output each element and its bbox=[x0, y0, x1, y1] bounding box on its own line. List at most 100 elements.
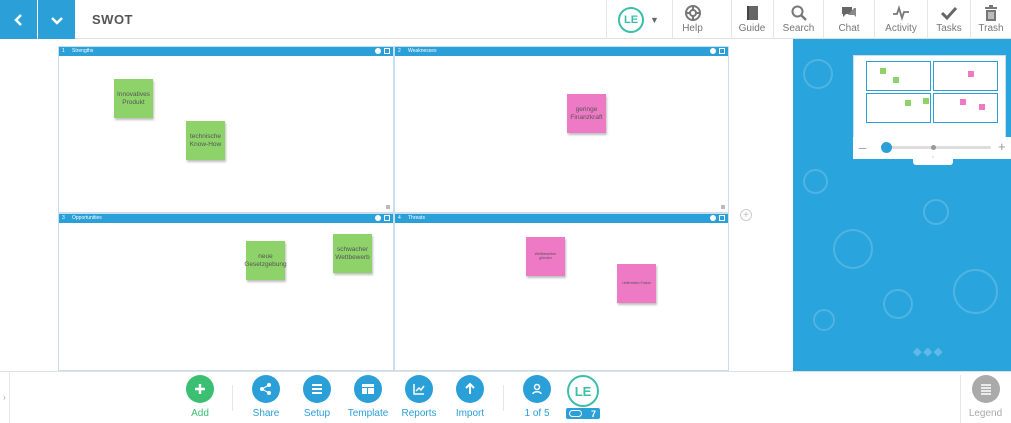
edit-icon[interactable] bbox=[384, 215, 390, 221]
import-button[interactable]: Import bbox=[445, 375, 495, 419]
upload-icon bbox=[465, 382, 475, 394]
import-label: Import bbox=[455, 408, 485, 419]
chevron-left-icon bbox=[13, 13, 22, 26]
lifebuoy-icon bbox=[684, 5, 701, 21]
quadrant-number: 1 bbox=[62, 48, 65, 54]
chevron-up-icon: ˆ bbox=[931, 157, 935, 164]
back-button[interactable] bbox=[0, 0, 37, 39]
quadrant-header: 2 Weaknesses bbox=[395, 47, 728, 56]
sticky-note[interactable]: schwacher Wettbewerb bbox=[333, 234, 372, 273]
board-menu-button[interactable] bbox=[38, 0, 75, 39]
menu-icon bbox=[312, 384, 322, 394]
add-label: Add bbox=[191, 408, 209, 419]
zoom-slider-handle[interactable] bbox=[881, 142, 892, 153]
template-button[interactable]: Template bbox=[343, 375, 393, 419]
quadrant-number: 3 bbox=[62, 215, 65, 221]
quadrant-title: Strengths bbox=[72, 48, 94, 54]
help-button[interactable]: Help bbox=[672, 0, 712, 39]
sticky-note[interactable]: neue Gesetzgebung bbox=[244, 241, 287, 280]
setup-label: Setup bbox=[303, 408, 331, 419]
quadrant-number: 2 bbox=[398, 48, 401, 54]
info-icon[interactable] bbox=[375, 215, 381, 221]
trash-icon bbox=[985, 5, 997, 21]
user-menu[interactable]: LE ▼ bbox=[606, 0, 670, 39]
add-button[interactable]: Add bbox=[175, 375, 225, 419]
share-label: Share bbox=[252, 408, 280, 419]
trash-button[interactable]: Trash bbox=[970, 0, 1011, 39]
edit-icon[interactable] bbox=[719, 48, 725, 54]
zoom-out-icon[interactable]: – bbox=[859, 140, 866, 155]
board-canvas[interactable]: 1 Strengths 2 Weaknesses 3 Opportunities… bbox=[0, 39, 793, 371]
minimap-collapse-tab[interactable]: ˆ bbox=[913, 157, 953, 165]
legend-button[interactable]: Legend bbox=[960, 375, 1010, 423]
toggle-icon bbox=[569, 410, 582, 417]
note-text: neue Gesetzgebung bbox=[244, 253, 287, 268]
edit-icon[interactable] bbox=[384, 48, 390, 54]
add-column-button[interactable]: + bbox=[740, 209, 752, 221]
activity-icon bbox=[893, 5, 909, 21]
resize-handle[interactable] bbox=[721, 205, 725, 209]
avatar: LE bbox=[618, 6, 645, 33]
sidebar-toggle[interactable]: › bbox=[0, 372, 10, 423]
sticky-note[interactable]: Innovatives Produkt bbox=[114, 79, 153, 118]
note-text: Wettbewerber gründen bbox=[534, 251, 557, 260]
edit-icon[interactable] bbox=[719, 215, 725, 221]
search-label: Search bbox=[782, 23, 815, 34]
share-button[interactable]: Share bbox=[241, 375, 291, 419]
resize-handle[interactable] bbox=[386, 205, 390, 209]
zoom-slider-track[interactable] bbox=[883, 146, 991, 149]
participants-label: 1 of 5 bbox=[524, 408, 550, 419]
sticky-note[interactable]: Lieferanten-Fusion bbox=[617, 264, 656, 303]
note-text: schwacher Wettbewerb bbox=[335, 246, 370, 261]
sticky-note[interactable]: technische Know-How bbox=[186, 121, 225, 160]
user-avatar[interactable]: LE bbox=[567, 375, 599, 407]
quadrant-title: Threats bbox=[408, 215, 425, 221]
quadrant-weaknesses[interactable]: 2 Weaknesses bbox=[394, 46, 729, 213]
info-icon[interactable] bbox=[710, 215, 716, 221]
search-button[interactable]: Search bbox=[773, 0, 823, 39]
list-icon bbox=[980, 384, 991, 395]
template-label: Template bbox=[347, 408, 389, 419]
quadrant-title: Weaknesses bbox=[408, 48, 437, 54]
chevron-down-icon: ▼ bbox=[650, 14, 659, 25]
note-text: Lieferanten-Fusion bbox=[621, 280, 652, 285]
checkmark-icon bbox=[940, 6, 958, 21]
quadrant-strengths[interactable]: 1 Strengths bbox=[58, 46, 394, 213]
zoom-in-icon[interactable]: + bbox=[998, 139, 1006, 154]
top-toolbar: SWOT LE ▼ Help Guide Search Chat Activit… bbox=[0, 0, 1011, 39]
sticky-note[interactable]: geringe Finanzkraft bbox=[567, 94, 606, 133]
page-title: SWOT bbox=[92, 12, 133, 27]
chat-label: Chat bbox=[838, 23, 860, 34]
sticky-note[interactable]: Wettbewerber gründen bbox=[526, 237, 565, 276]
bottom-toolbar: › Add Share Setup Template Reports Impor… bbox=[0, 371, 1011, 423]
person-icon bbox=[532, 383, 542, 395]
online-count: 7 bbox=[590, 408, 596, 419]
info-icon[interactable] bbox=[710, 48, 716, 54]
book-icon bbox=[747, 6, 758, 20]
activity-label: Activity bbox=[885, 23, 917, 34]
online-users-badge[interactable]: 7 bbox=[566, 408, 600, 419]
tasks-button[interactable]: Tasks bbox=[927, 0, 970, 39]
plus-icon: + bbox=[743, 209, 749, 221]
chevron-right-icon: › bbox=[3, 393, 6, 402]
participants-button[interactable]: 1 of 5 bbox=[512, 375, 562, 419]
quadrant-header: 3 Opportunities bbox=[59, 214, 393, 223]
guide-label: Guide bbox=[738, 23, 766, 34]
trash-label: Trash bbox=[978, 23, 1004, 34]
quadrant-header: 1 Strengths bbox=[59, 47, 393, 56]
note-text: technische Know-How bbox=[189, 133, 222, 148]
activity-button[interactable]: Activity bbox=[874, 0, 927, 39]
template-icon bbox=[362, 384, 374, 394]
info-icon[interactable] bbox=[375, 48, 381, 54]
reports-label: Reports bbox=[401, 408, 437, 419]
chart-icon bbox=[413, 384, 425, 395]
setup-button[interactable]: Setup bbox=[292, 375, 342, 419]
search-icon bbox=[791, 5, 807, 21]
zoom-control: – + bbox=[853, 137, 1011, 159]
chat-button[interactable]: Chat bbox=[823, 0, 874, 39]
quadrant-title: Opportunities bbox=[72, 215, 102, 221]
chevron-down-icon bbox=[50, 16, 63, 25]
reports-button[interactable]: Reports bbox=[394, 375, 444, 419]
guide-button[interactable]: Guide bbox=[731, 0, 772, 39]
note-text: Innovatives Produkt bbox=[117, 91, 150, 106]
